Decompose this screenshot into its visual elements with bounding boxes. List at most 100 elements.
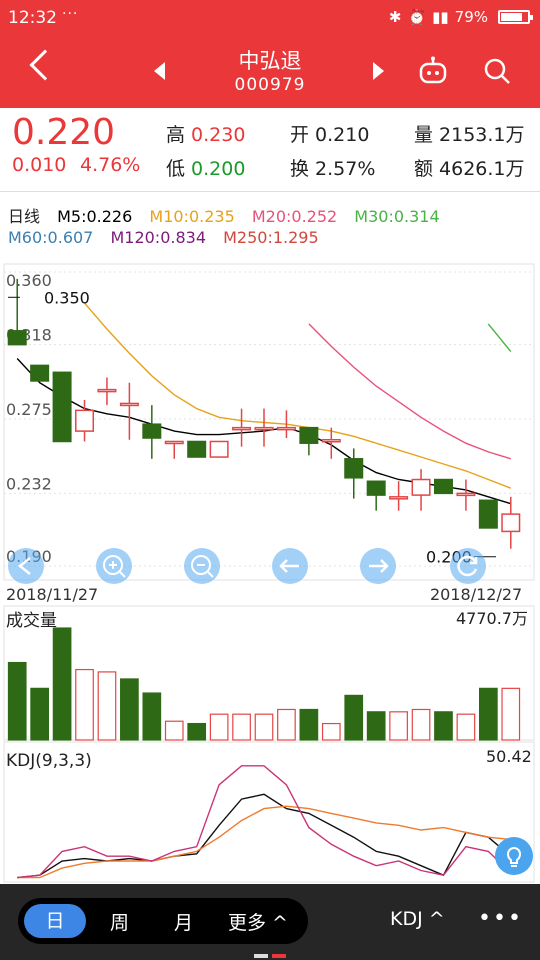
volume-label: 量	[414, 124, 434, 146]
volume-bar	[97, 671, 117, 741]
y-tick-label: 0.360	[6, 271, 52, 290]
zoom-out-button[interactable]	[184, 548, 220, 584]
volume-value: 2153.1万	[439, 124, 525, 146]
volume-bar	[277, 708, 296, 741]
signal-icon: ▮▮	[432, 8, 449, 26]
stock-name: 中弘退	[238, 49, 302, 73]
kdj-line-j	[17, 765, 512, 879]
quote-panel: 0.220 0.010 4.76% 高 0.230 低 0.200 开 0.210 换…	[0, 108, 540, 192]
low-item: 低 0.200	[166, 154, 245, 181]
status-dots: ···	[62, 6, 79, 22]
alarm-icon: ⏰	[407, 8, 427, 26]
volume-bar	[411, 708, 431, 741]
bottom-tab-bar: 日 周 月 更多 ^ KDJ ^ •••	[0, 884, 540, 960]
low-value: 0.200	[191, 158, 246, 180]
tab-more[interactable]: 更多 ^	[228, 908, 288, 935]
tab-month[interactable]: 月	[174, 908, 193, 935]
open-label: 开	[290, 124, 310, 146]
open-item: 开 0.210	[290, 120, 369, 147]
ma5-label: M5:0.226	[57, 207, 133, 226]
high-value: 0.230	[191, 124, 246, 146]
next-stock-button[interactable]	[373, 62, 384, 80]
period-label[interactable]: 日线	[8, 207, 40, 226]
chevron-left-icon	[17, 557, 31, 575]
volume-max-label: 4770.7万	[456, 609, 528, 628]
high-label: 高	[166, 124, 186, 146]
open-value: 0.210	[315, 124, 370, 146]
zoom-in-button[interactable]	[96, 548, 132, 584]
y-tick-label: 0.232	[6, 474, 52, 493]
status-bar: 12:32 ··· ✱ ⏰ ▮▮ 79%	[0, 6, 540, 32]
scroll-right-button[interactable]	[360, 548, 396, 584]
volume-title: 成交量	[6, 611, 57, 631]
ma20-label: M20:0.252	[251, 207, 338, 226]
ma-line-m20	[308, 323, 512, 460]
tab-day[interactable]: 日	[24, 904, 86, 938]
kdj-title: KDJ(9,3,3)	[6, 751, 92, 771]
current-price: 0.220	[12, 112, 116, 153]
ma-line-m10	[83, 302, 512, 489]
zoom-out-icon	[191, 555, 214, 578]
candle-body	[164, 440, 184, 445]
lightbulb-button[interactable]	[494, 836, 534, 876]
volume-bar	[164, 720, 184, 741]
ma-line-m30	[487, 323, 512, 353]
volume-bar	[299, 708, 319, 741]
ma120-label: M120:0.834	[110, 228, 206, 247]
candle-body	[411, 478, 431, 496]
ma60-label: M60:0.607	[8, 228, 94, 247]
candle-body	[7, 330, 27, 346]
turnover-value: 2.57%	[315, 158, 376, 180]
bluetooth-icon: ✱	[388, 8, 402, 26]
amount-label: 额	[414, 158, 434, 180]
indicator-selector[interactable]: KDJ ^	[390, 908, 445, 930]
status-right: ✱ ⏰ ▮▮ 79%	[388, 8, 533, 26]
tab-week[interactable]: 周	[110, 908, 129, 935]
volume-bar	[344, 694, 364, 741]
ma250-label: M250:1.295	[223, 228, 319, 247]
low-label: 低	[166, 158, 186, 180]
candle-body	[478, 499, 498, 529]
candle-body	[97, 388, 117, 393]
robot-icon[interactable]	[418, 56, 448, 84]
search-icon[interactable]	[482, 56, 512, 86]
candle-body	[433, 478, 453, 495]
more-options-icon[interactable]: •••	[478, 906, 523, 931]
candle-body	[209, 440, 229, 458]
max-price-label: 0.350	[44, 288, 90, 307]
candle-body	[366, 480, 386, 496]
volume-bar	[52, 627, 72, 741]
date-end-label: 2018/12/27	[430, 585, 522, 604]
battery-label: 79%	[454, 8, 488, 26]
reset-button[interactable]	[450, 548, 486, 584]
volume-bar	[209, 713, 229, 741]
battery-icon	[498, 10, 533, 24]
volume-bar	[75, 668, 94, 741]
candle-body	[142, 423, 162, 439]
page-indicator	[254, 954, 268, 958]
date-start-label: 2018/11/27	[6, 585, 98, 604]
candle-body	[52, 371, 72, 443]
candle-body	[232, 426, 252, 431]
left-edge-button[interactable]	[8, 548, 44, 584]
ma30-label: M30:0.314	[354, 207, 440, 226]
volume-bar	[232, 713, 251, 741]
zoom-in-icon	[103, 555, 126, 578]
candle-body	[30, 364, 50, 382]
volume-bar	[142, 692, 162, 741]
back-button[interactable]	[29, 49, 61, 81]
candle-body	[299, 426, 319, 444]
volume-item: 量 2153.1万	[414, 120, 525, 147]
scroll-left-button[interactable]	[272, 548, 308, 584]
volume-bar	[434, 711, 453, 741]
refresh-icon	[457, 555, 478, 577]
candle-body	[254, 426, 274, 431]
volume-bar	[389, 711, 408, 741]
volume-bar	[321, 722, 341, 741]
candle-body	[389, 496, 409, 500]
ma-legend-row-1: 日线 M5:0.226 M10:0.235 M20:0.252 M30:0.31…	[8, 203, 452, 227]
amount-item: 额 4626.1万	[414, 154, 525, 181]
prev-stock-button[interactable]	[154, 62, 165, 80]
amount-value: 4626.1万	[439, 158, 525, 180]
volume-bar	[456, 713, 476, 741]
